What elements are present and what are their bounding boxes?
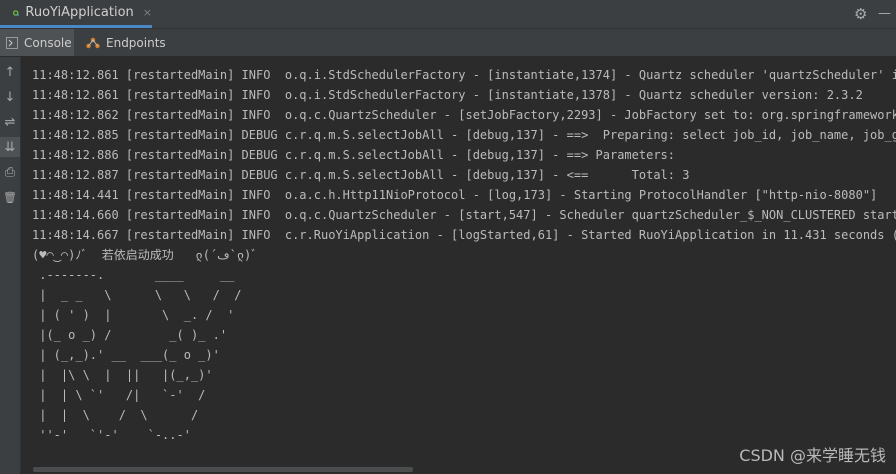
run-tool-window-header: RuoYiApplication × ⚙ — [0, 0, 896, 29]
log-line: 11:48:12.887 [restartedMain] DEBUG c.r.q… [32, 168, 690, 182]
ascii-art-line: | |\ \ | || |(_,_)' [32, 368, 213, 382]
log-line: 11:48:12.861 [restartedMain] INFO o.q.i.… [32, 88, 863, 102]
ascii-art-line: | ( ' ) | \ _. / ' [32, 308, 235, 322]
log-line: 11:48:12.886 [restartedMain] DEBUG c.r.q… [32, 148, 683, 162]
console-icon [6, 36, 18, 49]
scroll-to-end-icon[interactable]: ⇊ [0, 137, 20, 157]
clear-all-icon[interactable]: 🗑 [0, 187, 20, 207]
ascii-art-line: | _ _ \ \ \ / / [32, 288, 242, 302]
settings-gear-icon[interactable]: ⚙ [854, 5, 867, 23]
scroll-up-icon[interactable]: ↑ [0, 62, 20, 82]
run-subtabs: Console Endpoints [0, 29, 896, 57]
log-line: 11:48:14.667 [restartedMain] INFO c.r.Ru… [32, 228, 896, 242]
console-output[interactable]: 11:48:12.861 [restartedMain] INFO o.q.i.… [21, 57, 896, 474]
soft-wrap-icon[interactable]: ⇌ [0, 112, 20, 132]
ascii-art-line: |(_ o _) / _( )_ .' [32, 328, 228, 342]
csdn-watermark: CSDN @来学睡无钱 [739, 446, 886, 465]
close-tab-icon[interactable]: × [143, 6, 152, 19]
endpoints-icon [86, 37, 100, 48]
log-line: 11:48:14.441 [restartedMain] INFO o.a.c.… [32, 188, 878, 202]
tab-console[interactable]: Console [0, 29, 74, 56]
ascii-art-line: ''-' `'-' `-..-' [32, 428, 191, 442]
horizontal-scrollbar[interactable] [33, 467, 413, 472]
scroll-down-icon[interactable]: ↓ [0, 87, 20, 107]
ascii-art-line: .-------. ____ __ [32, 268, 235, 282]
print-icon[interactable]: ⎙ [0, 162, 20, 182]
run-tab-title: RuoYiApplication [25, 5, 134, 20]
ascii-art-line: | | \ / \ / [32, 408, 199, 422]
tab-endpoints-label: Endpoints [106, 35, 166, 50]
log-line: 11:48:14.660 [restartedMain] INFO o.q.c.… [32, 208, 896, 222]
log-line: 11:48:12.885 [restartedMain] DEBUG c.r.q… [32, 128, 896, 142]
startup-success-line: (♥◠‿◠)ﾉﾞ 若依启动成功 ლ(´ڡ`ლ)ﾞ [32, 248, 258, 262]
console-toolbar: ↑ ↓ ⇌ ⇊ ⎙ 🗑 [0, 57, 21, 474]
ascii-art-line: | (_,_).' __ ___(_ o _)' [32, 348, 220, 362]
tab-console-label: Console [24, 35, 72, 50]
spring-boot-icon [12, 9, 19, 16]
ascii-art-line: | | \ `' /| `-' / [32, 388, 206, 402]
log-line: 11:48:12.862 [restartedMain] INFO o.q.c.… [32, 108, 896, 122]
tab-endpoints[interactable]: Endpoints [80, 29, 170, 56]
run-tab[interactable]: RuoYiApplication × [0, 0, 152, 28]
log-line: 11:48:12.861 [restartedMain] INFO o.q.i.… [32, 68, 896, 82]
minimize-icon[interactable]: — [878, 6, 891, 21]
